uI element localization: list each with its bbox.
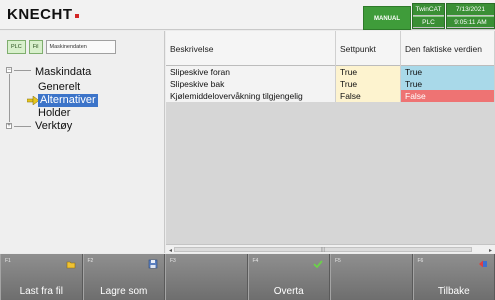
header-bar: KNECHT MANUAL TwinCAT PLC 7/13/2021 9:05… <box>0 0 495 30</box>
tree-item-verktoy[interactable]: + Verktøy <box>6 120 164 133</box>
grid-header: Beskrivelse Settpunkt Den faktiske verdi… <box>166 31 495 66</box>
cell-setpoint[interactable]: True <box>336 66 401 78</box>
tree-view: − Maskindata Generelt Alternativer Holde… <box>6 64 164 133</box>
back-arrow-icon <box>479 260 487 268</box>
tree-item-label: Generelt <box>38 81 81 93</box>
logo-dot-icon <box>74 14 79 18</box>
collapse-icon[interactable]: − <box>6 67 12 73</box>
f5-button[interactable]: F5 <box>330 254 413 300</box>
f6-back-button[interactable]: F6 Tilbake <box>412 254 495 300</box>
fkey-number: F1 <box>5 258 11 264</box>
tree-item-generelt[interactable]: Generelt <box>6 81 164 94</box>
fkey-number: F3 <box>170 258 176 264</box>
cell-setpoint[interactable]: True <box>336 78 401 90</box>
time-text: 9:05:11 AM <box>447 16 494 28</box>
cell-actual-value: True <box>401 66 495 78</box>
tree-line <box>14 126 31 127</box>
cell-description: Slipeskive bak <box>166 78 336 90</box>
tree-item-label: Alternativer <box>38 94 98 107</box>
tree-item-label: Holder <box>38 107 71 119</box>
mode-indicator: MANUAL <box>363 6 411 30</box>
scroll-right-icon[interactable]: ▸ <box>489 247 492 254</box>
table-row[interactable]: Slipeskive bak True True <box>166 78 495 90</box>
knecht-logo: KNECHT <box>7 6 79 23</box>
table-row[interactable]: Slipeskive foran True True <box>166 66 495 78</box>
date-text: 7/13/2021 <box>447 4 494 16</box>
cell-actual-value: False <box>401 90 495 102</box>
plc-status-box: TwinCAT PLC <box>412 3 445 29</box>
file-button[interactable]: Fil <box>28 40 43 54</box>
fkey-number: F5 <box>335 258 341 264</box>
grip-icon: ||| <box>321 247 325 253</box>
column-header-setpoint[interactable]: Settpunkt <box>336 31 401 66</box>
tree-root-label: Maskindata <box>35 66 92 78</box>
fkey-label: Overta <box>273 286 304 297</box>
scroll-left-icon[interactable]: ◂ <box>169 247 172 254</box>
machine-data-field[interactable]: Maskinendaten <box>45 40 116 54</box>
grid-rows: Slipeskive foran True True Slipeskive ba… <box>166 66 495 102</box>
tree-line <box>14 70 31 71</box>
horizontal-scrollbar[interactable]: ◂ ||| ▸ <box>166 244 495 254</box>
f3-button[interactable]: F3 <box>165 254 248 300</box>
fkey-label: Last fra fil <box>19 286 63 297</box>
column-header-actual-value[interactable]: Den faktiske verdien <box>401 31 495 66</box>
tree-node-root[interactable]: − Maskindata <box>6 64 164 81</box>
folder-icon <box>66 261 75 269</box>
tree-item-alternativer[interactable]: Alternativer <box>6 94 164 107</box>
fkey-number: F2 <box>87 258 94 264</box>
f2-save-as-button[interactable]: F2 Lagre som <box>82 254 165 300</box>
fkey-label: Tilbake <box>437 286 470 297</box>
datetime-box: 7/13/2021 9:05:11 AM <box>446 3 495 29</box>
scrollbar-thumb[interactable]: ||| <box>174 247 472 253</box>
cell-description: Kjølemiddelovervåkning tilgjengelig <box>166 90 336 102</box>
machine-data-screen: KNECHT MANUAL TwinCAT PLC 7/13/2021 9:05… <box>0 0 495 300</box>
tree-item-label: Verktøy <box>35 120 73 132</box>
cell-setpoint[interactable]: False <box>336 90 401 102</box>
tree-item-holder[interactable]: Holder <box>6 107 164 120</box>
f1-load-from-file-button[interactable]: F1 Last fra fil <box>0 254 83 300</box>
f4-accept-button[interactable]: F4 Overta <box>247 254 330 300</box>
expand-icon[interactable]: + <box>6 123 12 129</box>
cell-description: Slipeskive foran <box>166 66 336 78</box>
cell-actual-value: True <box>401 78 495 90</box>
column-header-description[interactable]: Beskrivelse <box>166 31 336 66</box>
save-icon <box>148 259 158 269</box>
table-row[interactable]: Kjølemiddelovervåkning tilgjengelig Fals… <box>166 90 495 102</box>
fkey-number: F4 <box>252 258 259 264</box>
navigation-panel: PLC Fil Maskinendaten − Maskindata Gener… <box>0 31 165 253</box>
parameter-grid: Beskrivelse Settpunkt Den faktiske verdi… <box>166 31 495 254</box>
function-key-bar: F1 Last fra fil F2 Lagre som F3 F4 Overt <box>0 254 495 300</box>
source-toolbar: PLC Fil Maskinendaten <box>7 40 116 54</box>
logo-text: KNECHT <box>7 6 73 23</box>
fkey-number: F6 <box>417 258 424 264</box>
plc-status-top: TwinCAT <box>413 4 444 16</box>
checkmark-icon <box>313 260 323 269</box>
fkey-label: Lagre som <box>100 286 148 297</box>
plc-status-bottom: PLC <box>413 16 444 28</box>
plc-button[interactable]: PLC <box>7 40 26 54</box>
